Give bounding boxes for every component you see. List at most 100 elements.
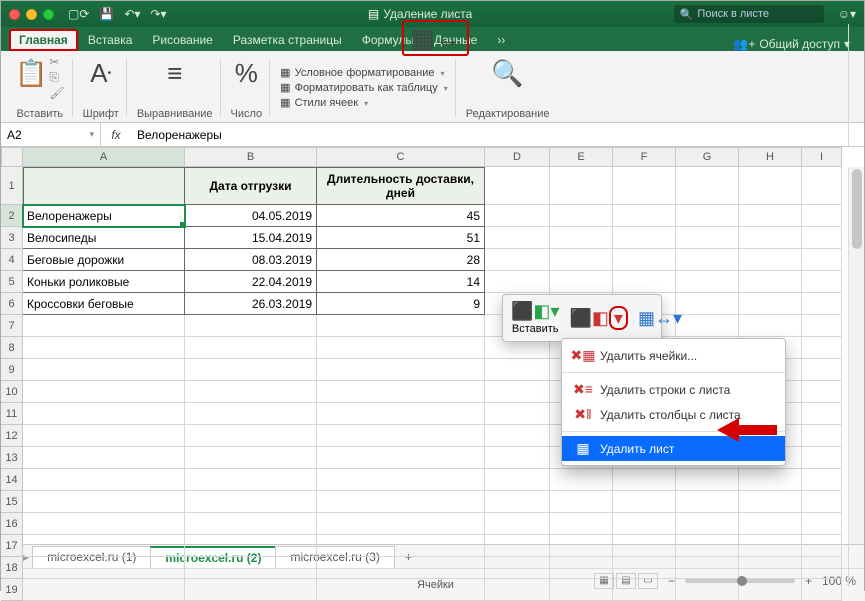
row-header-1[interactable]: 1 (1, 167, 23, 205)
cell-D17[interactable] (485, 535, 550, 557)
cell-A19[interactable] (23, 579, 185, 601)
cell-C18[interactable] (317, 557, 485, 579)
row-header-16[interactable]: 16 (1, 513, 23, 535)
cell-B15[interactable] (185, 491, 317, 513)
scrollbar-thumb[interactable] (852, 169, 862, 249)
cell-H4[interactable] (739, 249, 802, 271)
cell-F17[interactable] (613, 535, 676, 557)
column-header-H[interactable]: H (739, 147, 802, 167)
cell-A18[interactable] (23, 557, 185, 579)
cell-G6[interactable] (676, 293, 739, 315)
cell-H5[interactable] (739, 271, 802, 293)
cell-H7[interactable] (739, 315, 802, 337)
cell-D14[interactable] (485, 469, 550, 491)
column-header-G[interactable]: G (676, 147, 739, 167)
zoom-slider[interactable] (685, 579, 795, 583)
cell-E4[interactable] (550, 249, 613, 271)
cell-A14[interactable] (23, 469, 185, 491)
cell-D18[interactable] (485, 557, 550, 579)
row-header-8[interactable]: 8 (1, 337, 23, 359)
row-header-3[interactable]: 3 (1, 227, 23, 249)
cell-E16[interactable] (550, 513, 613, 535)
cell-B11[interactable] (185, 403, 317, 425)
cell-I16[interactable] (802, 513, 842, 535)
cell-A2[interactable]: Велоренажеры (23, 205, 185, 227)
cell-F15[interactable] (613, 491, 676, 513)
cell-A4[interactable]: Беговые дорожки (23, 249, 185, 271)
cell-G15[interactable] (676, 491, 739, 513)
cell-B2[interactable]: 04.05.2019 (185, 205, 317, 227)
row-header-9[interactable]: 9 (1, 359, 23, 381)
row-header-13[interactable]: 13 (1, 447, 23, 469)
menu-delete-cells[interactable]: ✖▦ Удалить ячейки... (562, 343, 785, 368)
cell-B13[interactable] (185, 447, 317, 469)
cell-B5[interactable]: 22.04.2019 (185, 271, 317, 293)
cell-C16[interactable] (317, 513, 485, 535)
cell-A6[interactable]: Кроссовки беговые (23, 293, 185, 315)
cell-I5[interactable] (802, 271, 842, 293)
cell-G3[interactable] (676, 227, 739, 249)
cell-H2[interactable] (739, 205, 802, 227)
cell-A12[interactable] (23, 425, 185, 447)
cell-G5[interactable] (676, 271, 739, 293)
row-header-6[interactable]: 6 (1, 293, 23, 315)
cell-I12[interactable] (802, 425, 842, 447)
cell-A8[interactable] (23, 337, 185, 359)
row-header-18[interactable]: 18 (1, 557, 23, 579)
column-header-E[interactable]: E (550, 147, 613, 167)
cell-D2[interactable] (485, 205, 550, 227)
cell-F19[interactable] (613, 579, 676, 601)
cell-C9[interactable] (317, 359, 485, 381)
cell-A15[interactable] (23, 491, 185, 513)
row-header-4[interactable]: 4 (1, 249, 23, 271)
cell-D11[interactable] (485, 403, 550, 425)
cell-E19[interactable] (550, 579, 613, 601)
select-all-corner[interactable] (1, 147, 23, 167)
cell-D13[interactable] (485, 447, 550, 469)
cell-H6[interactable] (739, 293, 802, 315)
cell-A9[interactable] (23, 359, 185, 381)
cell-G17[interactable] (676, 535, 739, 557)
cell-G4[interactable] (676, 249, 739, 271)
cell-B4[interactable]: 08.03.2019 (185, 249, 317, 271)
cell-I15[interactable] (802, 491, 842, 513)
cell-C2[interactable]: 45 (317, 205, 485, 227)
cell-C12[interactable] (317, 425, 485, 447)
cell-B16[interactable] (185, 513, 317, 535)
cell-C14[interactable] (317, 469, 485, 491)
cell-I11[interactable] (802, 403, 842, 425)
cell-I10[interactable] (802, 381, 842, 403)
cell-B7[interactable] (185, 315, 317, 337)
cell-B8[interactable] (185, 337, 317, 359)
row-header-5[interactable]: 5 (1, 271, 23, 293)
column-header-B[interactable]: B (185, 147, 317, 167)
row-header-12[interactable]: 12 (1, 425, 23, 447)
cell-B3[interactable]: 15.04.2019 (185, 227, 317, 249)
cell-I7[interactable] (802, 315, 842, 337)
column-header-C[interactable]: C (317, 147, 485, 167)
cell-C4[interactable]: 28 (317, 249, 485, 271)
row-header-10[interactable]: 10 (1, 381, 23, 403)
cell-A7[interactable] (23, 315, 185, 337)
maximize-window-button[interactable] (43, 9, 54, 20)
cell-G2[interactable] (676, 205, 739, 227)
cell-G18[interactable] (676, 557, 739, 579)
cell-C10[interactable] (317, 381, 485, 403)
cell-A1[interactable] (23, 167, 185, 205)
cell-C7[interactable] (317, 315, 485, 337)
column-header-D[interactable]: D (485, 147, 550, 167)
user-account-icon[interactable]: ☺▾ (838, 7, 856, 21)
cell-B19[interactable] (185, 579, 317, 601)
cell-G7[interactable] (676, 315, 739, 337)
cell-E17[interactable] (550, 535, 613, 557)
row-header-7[interactable]: 7 (1, 315, 23, 337)
cell-E2[interactable] (550, 205, 613, 227)
cell-C15[interactable] (317, 491, 485, 513)
cell-F5[interactable] (613, 271, 676, 293)
menu-delete-rows[interactable]: ✖≡ Удалить строки с листа (562, 377, 785, 402)
cell-C17[interactable] (317, 535, 485, 557)
cell-C11[interactable] (317, 403, 485, 425)
cell-D4[interactable] (485, 249, 550, 271)
cell-F14[interactable] (613, 469, 676, 491)
row-header-15[interactable]: 15 (1, 491, 23, 513)
